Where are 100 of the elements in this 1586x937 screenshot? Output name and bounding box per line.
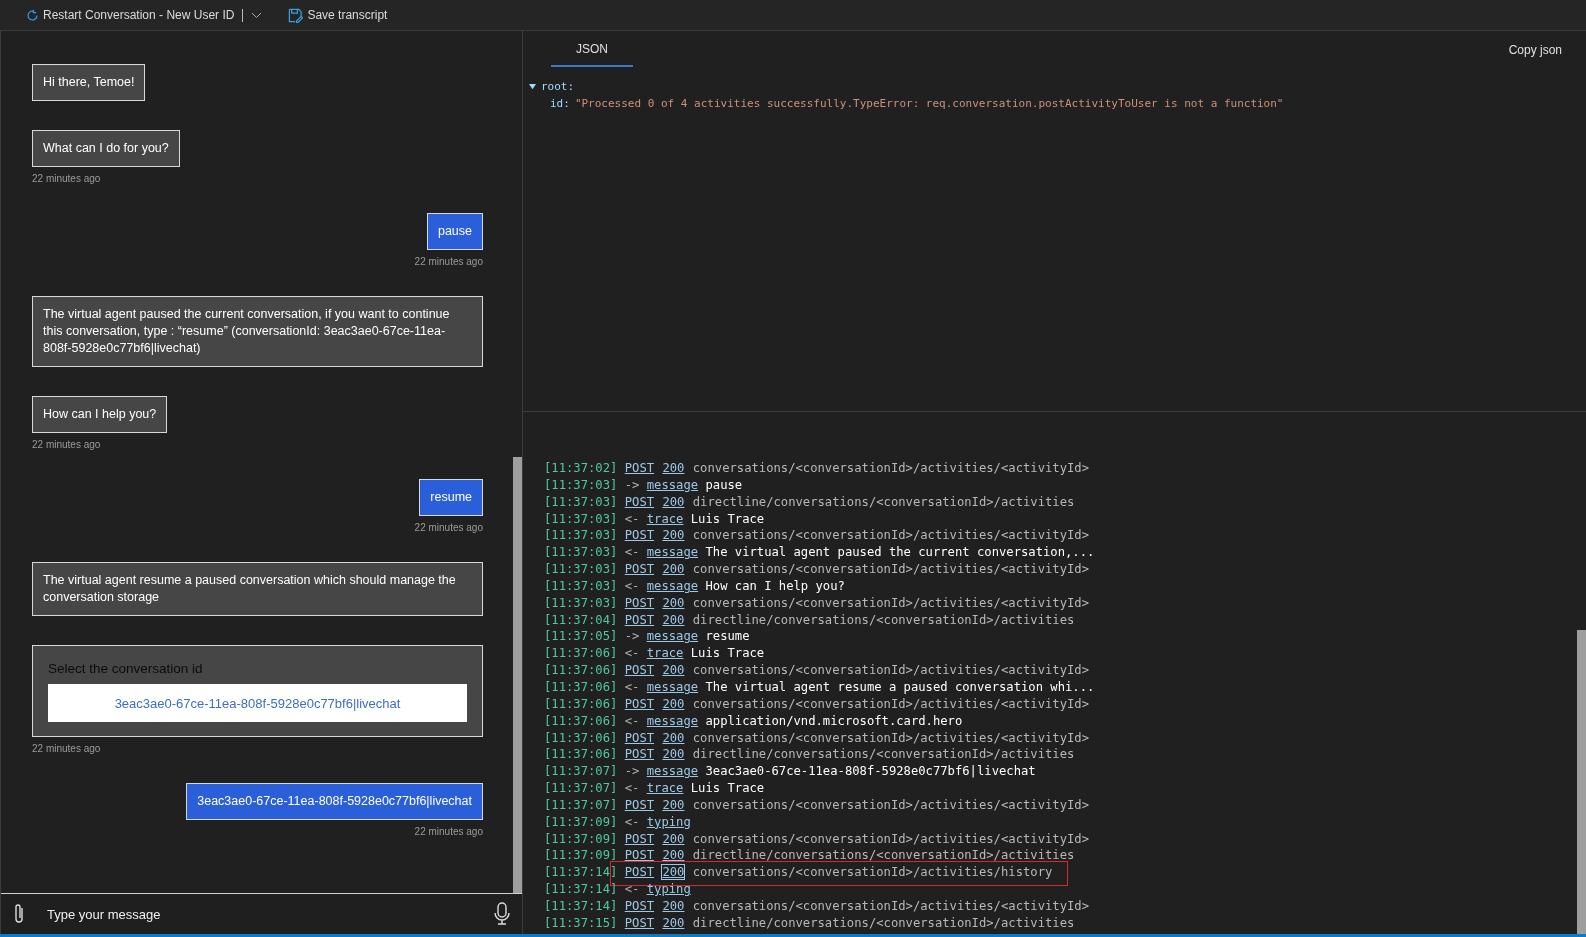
method-link[interactable]: POST [624, 915, 655, 930]
activity-type-link[interactable]: typing [646, 882, 691, 897]
tree-root-label: root: [541, 80, 575, 93]
activity-type-link[interactable]: message [646, 713, 699, 728]
method-link[interactable]: POST [624, 831, 655, 846]
card-title: Select the conversation id [48, 661, 204, 676]
refresh-icon [26, 8, 39, 22]
method-link[interactable]: POST [624, 797, 655, 812]
activity-type-link[interactable]: trace [646, 646, 684, 661]
method-link[interactable]: POST [624, 663, 655, 678]
activity-text: 3eac3ae0-67ce-11ea-808f-5928e0c77bf6|livechat [705, 764, 1036, 779]
activity-text: How can I help you? [705, 578, 845, 593]
direction-arrow: <- [624, 511, 640, 526]
method-link[interactable]: POST [624, 595, 655, 610]
activity-type-link[interactable]: message [646, 578, 699, 593]
status-link[interactable]: 200 [661, 847, 686, 864]
activity-type-link[interactable]: message [646, 545, 699, 560]
request-path: conversations/<conversationId>/activities/<activityId> [692, 797, 1089, 812]
method-link[interactable]: POST [624, 494, 655, 509]
log-time: [11:37:05] [544, 629, 618, 644]
scrollbar-thumb[interactable] [513, 457, 522, 893]
message-timestamp: 22 minutes ago [414, 256, 483, 267]
log-time: [11:37:09] [544, 814, 618, 829]
log-time: [11:37:03] [544, 562, 618, 577]
status-link[interactable]: 200 [661, 527, 686, 544]
scrollbar-thumb[interactable] [1577, 630, 1586, 934]
method-link[interactable]: POST [624, 612, 655, 627]
request-path: conversations/<conversationId>/activities/<activityId> [692, 461, 1089, 475]
log-time: [11:37:03] [544, 595, 618, 610]
microphone-icon[interactable] [494, 902, 510, 926]
status-link[interactable]: 200 [661, 746, 686, 763]
activity-text: Luis Trace [690, 646, 765, 661]
copy-json-button[interactable]: Copy json [1502, 42, 1568, 58]
direction-arrow: -> [624, 477, 640, 492]
status-link[interactable]: 200 [661, 561, 686, 578]
message-timestamp: 22 minutes ago [32, 173, 101, 184]
log-time: [11:37:14] [544, 898, 618, 913]
direction-arrow: <- [624, 545, 640, 560]
method-link[interactable]: POST [624, 528, 655, 543]
paperclip-icon[interactable] [13, 903, 25, 925]
message-input[interactable]: Type your message [45, 905, 474, 923]
log-time: [11:37:09] [544, 848, 618, 863]
status-link[interactable]: 200 [661, 695, 686, 712]
direction-arrow: -> [624, 764, 640, 779]
chevron-down-icon[interactable] [251, 11, 263, 19]
status-link[interactable]: 200 [661, 914, 686, 931]
status-link[interactable]: 200 [661, 864, 686, 881]
method-link[interactable]: POST [624, 461, 655, 475]
log-time: [11:37:02] [544, 461, 618, 475]
request-path: directline/conversations/<conversationId>/activities [692, 612, 1075, 627]
save-transcript-button[interactable]: Save transcript [288, 7, 388, 23]
message-bubble: The virtual agent resume a paused conversation which should manage the conversation storage [32, 562, 483, 616]
direction-arrow: <- [624, 646, 640, 661]
status-link[interactable]: 200 [661, 729, 686, 746]
method-link[interactable]: POST [624, 865, 655, 880]
message-timestamp: 22 minutes ago [32, 439, 101, 450]
activity-type-link[interactable]: message [646, 764, 699, 779]
status-link[interactable]: 200 [661, 830, 686, 847]
activity-type-link[interactable]: message [646, 679, 699, 694]
log-time: [11:37:06] [544, 679, 618, 694]
log-time: [11:37:07] [544, 764, 618, 779]
request-path: conversations/<conversationId>/activities/<activityId> [692, 696, 1089, 711]
status-link[interactable]: 200 [661, 460, 686, 476]
log-time: [11:37:06] [544, 663, 618, 678]
restart-conversation-button[interactable]: Restart Conversation - New User ID [26, 8, 263, 22]
status-link[interactable]: 200 [661, 662, 686, 679]
message-timestamp: 22 minutes ago [32, 743, 101, 754]
method-link[interactable]: POST [624, 848, 655, 863]
status-link[interactable]: 200 [661, 796, 686, 813]
request-path: conversations/<conversationId>/activities/<activityId> [692, 831, 1089, 846]
activity-type-link[interactable]: message [646, 477, 699, 492]
activity-type-link[interactable]: message [646, 629, 699, 644]
method-link[interactable]: POST [624, 747, 655, 762]
status-link[interactable]: 200 [661, 594, 686, 611]
log-time: [11:37:06] [544, 646, 618, 661]
direction-arrow: <- [624, 679, 640, 694]
inspector-tab[interactable]: JSON [551, 31, 633, 67]
status-link[interactable]: 200 [661, 897, 686, 914]
activity-type-link[interactable]: typing [646, 814, 691, 829]
request-path: conversations/<conversationId>/activities/<activityId> [692, 562, 1089, 577]
method-link[interactable]: POST [624, 898, 655, 913]
tree-key: id: [550, 97, 570, 110]
log-time: [11:37:06] [544, 713, 618, 728]
log-time: [11:37:03] [544, 494, 618, 509]
status-link[interactable]: 200 [661, 493, 686, 510]
method-link[interactable]: POST [624, 696, 655, 711]
message-timestamp: 22 minutes ago [414, 522, 483, 533]
direction-arrow: <- [624, 882, 640, 897]
log-time: [11:37:03] [544, 511, 618, 526]
log-time: [11:37:03] [544, 545, 618, 560]
card-action-button[interactable]: 3eac3ae0-67ce-11ea-808f-5928e0c77bf6|livechat [48, 684, 467, 722]
activity-type-link[interactable]: trace [646, 781, 684, 796]
status-link[interactable]: 200 [661, 611, 686, 628]
direction-arrow: <- [624, 814, 640, 829]
activity-type-link[interactable]: trace [646, 511, 684, 526]
expand-caret-icon[interactable] [529, 83, 536, 90]
method-link[interactable]: POST [624, 562, 655, 577]
message-timestamp: 22 minutes ago [414, 826, 483, 837]
method-link[interactable]: POST [624, 730, 655, 745]
log-time: [11:37:03] [544, 528, 618, 543]
